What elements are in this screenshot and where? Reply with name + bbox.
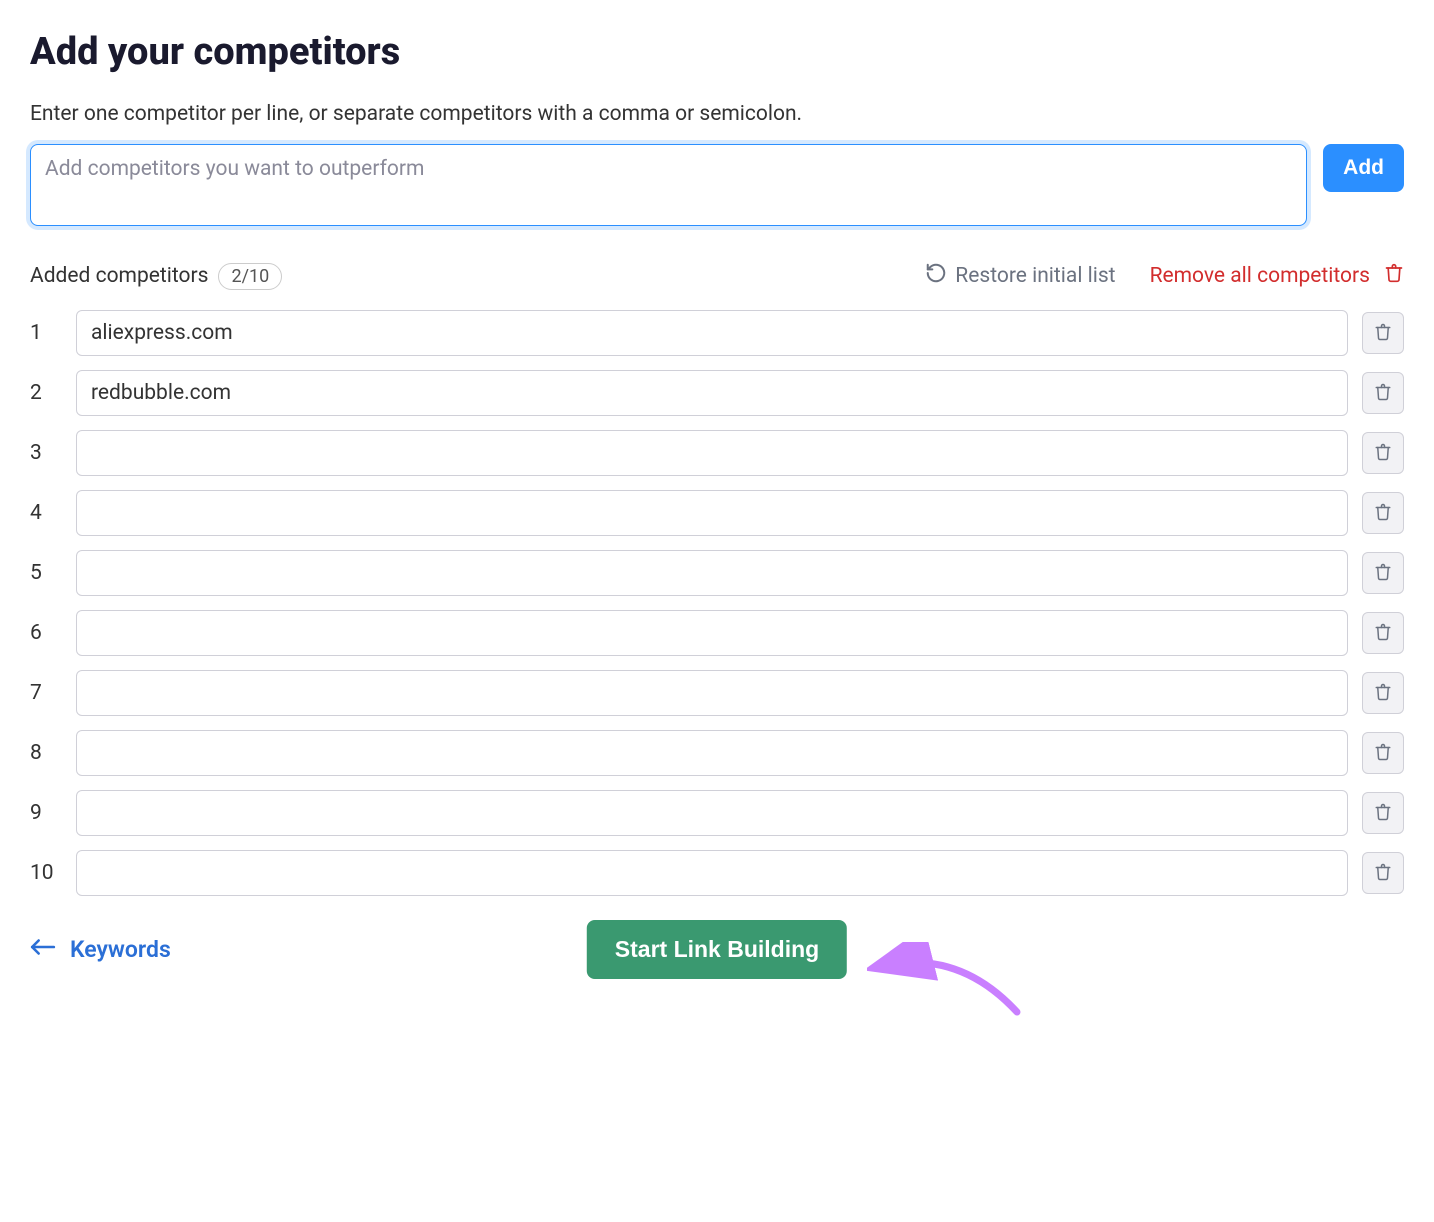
competitor-row: 2 bbox=[30, 370, 1404, 416]
trash-icon bbox=[1374, 562, 1392, 585]
added-competitors-label: Added competitors bbox=[30, 264, 208, 288]
row-number: 10 bbox=[30, 861, 62, 885]
trash-icon bbox=[1374, 802, 1392, 825]
competitor-field[interactable] bbox=[76, 790, 1348, 836]
competitor-field[interactable] bbox=[76, 430, 1348, 476]
competitor-field[interactable] bbox=[76, 610, 1348, 656]
competitor-field[interactable] bbox=[76, 490, 1348, 536]
keywords-label: Keywords bbox=[70, 936, 171, 963]
arrow-left-icon bbox=[30, 936, 56, 963]
competitor-row: 3 bbox=[30, 430, 1404, 476]
delete-row-button[interactable] bbox=[1362, 372, 1404, 414]
trash-icon bbox=[1374, 682, 1392, 705]
annotation-arrow-icon bbox=[867, 942, 1047, 1026]
competitor-row: 8 bbox=[30, 730, 1404, 776]
trash-icon bbox=[1374, 322, 1392, 345]
delete-row-button[interactable] bbox=[1362, 552, 1404, 594]
competitor-row: 5 bbox=[30, 550, 1404, 596]
competitor-row: 6 bbox=[30, 610, 1404, 656]
competitor-count-badge: 2/10 bbox=[218, 263, 282, 290]
trash-icon bbox=[1374, 862, 1392, 885]
trash-icon bbox=[1374, 622, 1392, 645]
competitor-input[interactable] bbox=[30, 144, 1307, 226]
row-number: 7 bbox=[30, 681, 62, 705]
competitor-row: 1 bbox=[30, 310, 1404, 356]
row-number: 1 bbox=[30, 321, 62, 345]
start-link-building-button[interactable]: Start Link Building bbox=[587, 920, 847, 979]
row-number: 8 bbox=[30, 741, 62, 765]
trash-icon bbox=[1384, 262, 1404, 290]
competitor-input-row: Add bbox=[30, 144, 1404, 226]
competitor-row: 9 bbox=[30, 790, 1404, 836]
row-number: 3 bbox=[30, 441, 62, 465]
competitor-row: 10 bbox=[30, 850, 1404, 896]
delete-row-button[interactable] bbox=[1362, 312, 1404, 354]
instructions-text: Enter one competitor per line, or separa… bbox=[30, 102, 1404, 126]
delete-row-button[interactable] bbox=[1362, 612, 1404, 654]
add-button[interactable]: Add bbox=[1323, 144, 1404, 192]
delete-row-button[interactable] bbox=[1362, 492, 1404, 534]
row-number: 9 bbox=[30, 801, 62, 825]
competitor-field[interactable] bbox=[76, 310, 1348, 356]
row-number: 4 bbox=[30, 501, 62, 525]
delete-row-button[interactable] bbox=[1362, 852, 1404, 894]
delete-row-button[interactable] bbox=[1362, 432, 1404, 474]
competitor-list-header: Added competitors 2/10 Restore initial l… bbox=[30, 262, 1404, 290]
competitor-row: 7 bbox=[30, 670, 1404, 716]
restore-list-link[interactable]: Restore initial list bbox=[925, 262, 1115, 290]
footer-row: Keywords Start Link Building bbox=[30, 936, 1404, 963]
delete-row-button[interactable] bbox=[1362, 792, 1404, 834]
competitor-row: 4 bbox=[30, 490, 1404, 536]
trash-icon bbox=[1374, 442, 1392, 465]
row-number: 6 bbox=[30, 621, 62, 645]
delete-row-button[interactable] bbox=[1362, 732, 1404, 774]
restore-list-label: Restore initial list bbox=[955, 264, 1115, 288]
competitor-rows: 1 2 3 4 5 6 7 8 9 10 bbox=[30, 310, 1404, 896]
page-title: Add your competitors bbox=[30, 30, 1404, 74]
competitor-field[interactable] bbox=[76, 370, 1348, 416]
row-number: 5 bbox=[30, 561, 62, 585]
trash-icon bbox=[1374, 382, 1392, 405]
competitor-field[interactable] bbox=[76, 730, 1348, 776]
delete-row-button[interactable] bbox=[1362, 672, 1404, 714]
restore-icon bbox=[925, 262, 947, 290]
keywords-back-link[interactable]: Keywords bbox=[30, 936, 171, 963]
remove-all-link[interactable]: Remove all competitors bbox=[1150, 262, 1404, 290]
competitor-field[interactable] bbox=[76, 670, 1348, 716]
trash-icon bbox=[1374, 502, 1392, 525]
row-number: 2 bbox=[30, 381, 62, 405]
trash-icon bbox=[1374, 742, 1392, 765]
remove-all-label: Remove all competitors bbox=[1150, 264, 1370, 288]
competitor-field[interactable] bbox=[76, 850, 1348, 896]
competitor-field[interactable] bbox=[76, 550, 1348, 596]
